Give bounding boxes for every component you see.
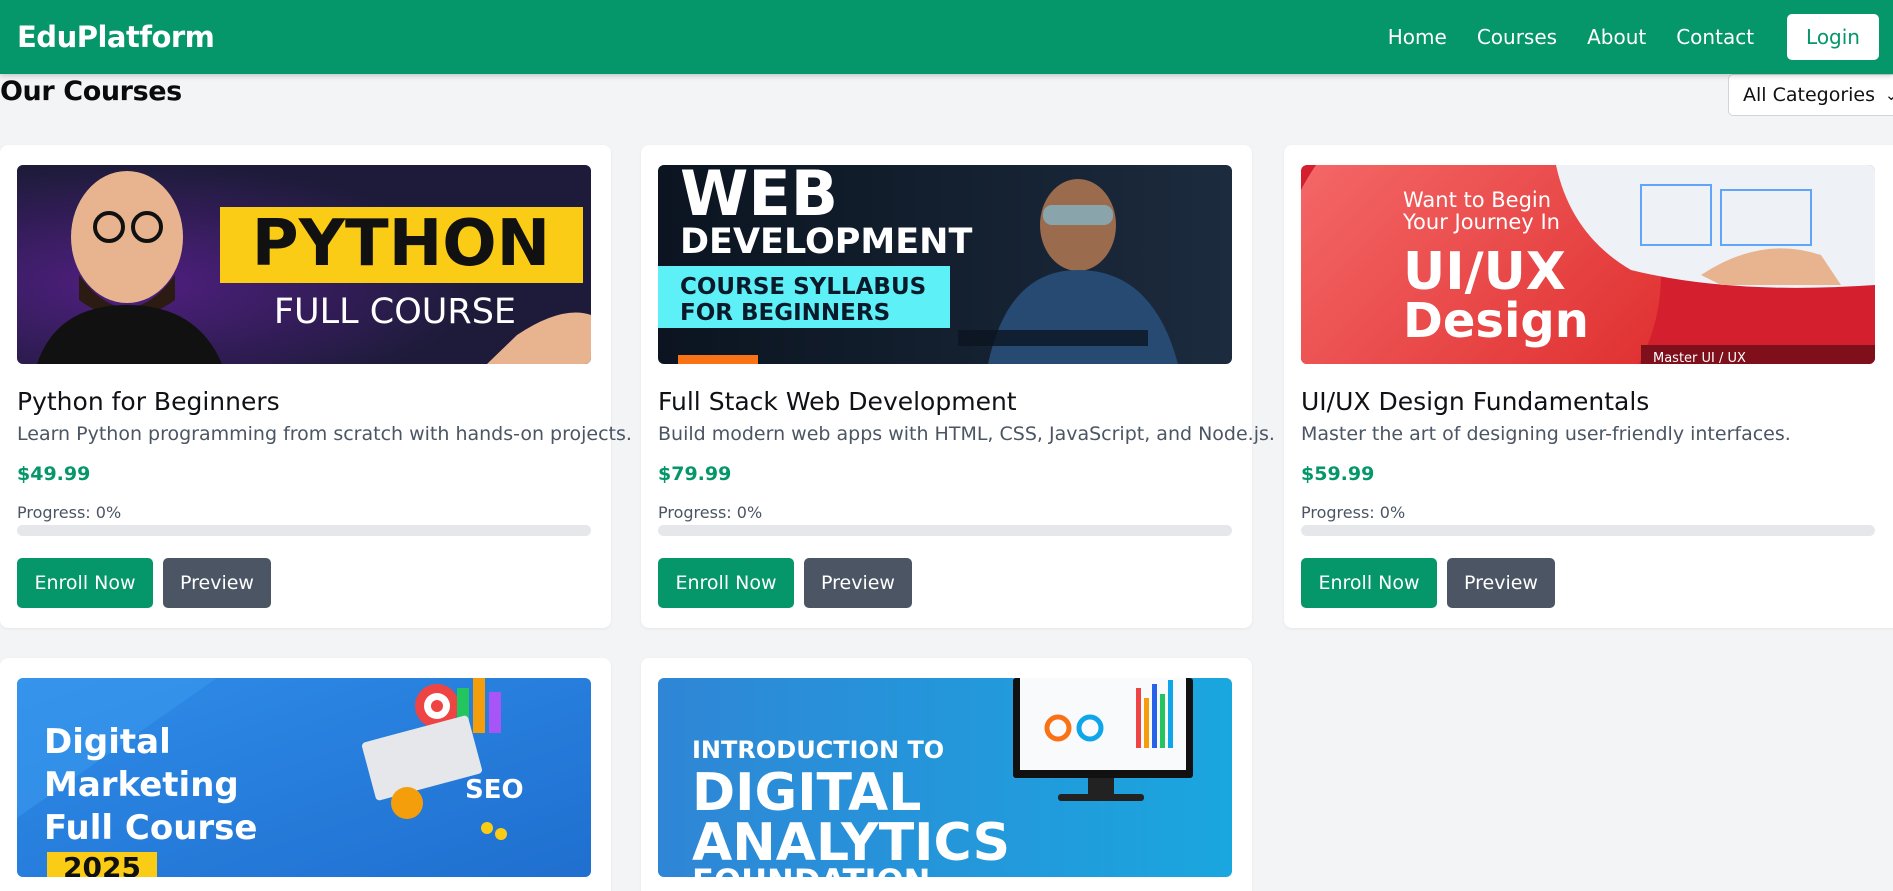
progress-label: Progress: 0% xyxy=(1301,503,1406,522)
course-title[interactable]: Full Stack Web Development xyxy=(658,387,1017,416)
thumb-text: PYTHON xyxy=(252,207,550,281)
course-price: $79.99 xyxy=(658,463,732,485)
thumb-text: Want to Begin xyxy=(1403,188,1551,212)
thumb-text: COURSE SYLLABUS xyxy=(680,274,926,300)
chevron-down-icon: ⌄ xyxy=(1885,86,1893,104)
course-price: $59.99 xyxy=(1301,463,1375,485)
nav-link-home[interactable]: Home xyxy=(1388,25,1447,49)
course-card: INTRODUCTION TO DIGITAL ANALYTICS FOUNDA… xyxy=(641,658,1252,891)
course-price: $49.99 xyxy=(17,463,91,485)
thumb-text: Marketing xyxy=(44,765,239,805)
analytics-thumbnail-image: INTRODUCTION TO DIGITAL ANALYTICS FOUNDA… xyxy=(658,678,1232,877)
preview-button[interactable]: Preview xyxy=(1447,558,1555,608)
thumb-text: 2025 xyxy=(63,851,141,877)
course-card: Want to Begin Your Journey In UI/UX Desi… xyxy=(1284,145,1893,628)
progress-bar xyxy=(658,525,1232,536)
enroll-button[interactable]: Enroll Now xyxy=(1301,558,1437,608)
enroll-button[interactable]: Enroll Now xyxy=(658,558,794,608)
python-thumbnail-image: PYTHON FULL COURSE xyxy=(17,165,591,364)
thumb-text: Your Journey In xyxy=(1402,210,1560,234)
nav-links: Home Courses About Contact Login xyxy=(1358,14,1879,60)
marketing-thumbnail-image: SEO Digital Marketing Full Course 2025 xyxy=(17,678,591,877)
course-thumbnail: INTRODUCTION TO DIGITAL ANALYTICS FOUNDA… xyxy=(658,678,1232,877)
enroll-button[interactable]: Enroll Now xyxy=(17,558,153,608)
thumb-text: INTRODUCTION TO xyxy=(692,736,944,764)
thumb-text: FOUNDATION xyxy=(692,862,930,877)
course-description: Master the art of designing user-friendl… xyxy=(1301,423,1791,445)
course-description: Learn Python programming from scratch wi… xyxy=(17,423,632,445)
preview-button[interactable]: Preview xyxy=(804,558,912,608)
brand-logo[interactable]: EduPlatform xyxy=(17,20,215,54)
course-thumbnail: Want to Begin Your Journey In UI/UX Desi… xyxy=(1301,165,1875,364)
svg-text:SEO: SEO xyxy=(465,775,524,805)
nav-link-contact[interactable]: Contact xyxy=(1676,25,1754,49)
login-button[interactable]: Login xyxy=(1787,14,1879,60)
thumb-text: FOR BEGINNERS xyxy=(680,300,890,326)
course-card: SEO Digital Marketing Full Course 2025 xyxy=(0,658,611,891)
thumb-text: WEB xyxy=(680,165,838,230)
course-thumbnail: PYTHON FULL COURSE xyxy=(17,165,591,364)
course-thumbnail: WEB DEVELOPMENT COURSE SYLLABUS FOR BEGI… xyxy=(658,165,1232,364)
nav-link-about[interactable]: About xyxy=(1587,25,1646,49)
uiux-thumbnail-image: Want to Begin Your Journey In UI/UX Desi… xyxy=(1301,165,1875,364)
nav-link-courses[interactable]: Courses xyxy=(1477,25,1557,49)
navbar: EduPlatform Home Courses About Contact L… xyxy=(0,0,1893,74)
course-card: PYTHON FULL COURSE Python for Beginners … xyxy=(0,145,632,628)
progress-label: Progress: 0% xyxy=(17,503,122,522)
progress-label: Progress: 0% xyxy=(658,503,763,522)
course-title[interactable]: UI/UX Design Fundamentals xyxy=(1301,387,1649,416)
course-description: Build modern web apps with HTML, CSS, Ja… xyxy=(658,423,1275,445)
page-title: Our Courses xyxy=(0,76,182,107)
progress-bar xyxy=(1301,525,1875,536)
thumb-text: Full Course xyxy=(44,808,257,848)
preview-button[interactable]: Preview xyxy=(163,558,271,608)
thumb-text: Design xyxy=(1403,293,1589,349)
course-card: WEB DEVELOPMENT COURSE SYLLABUS FOR BEGI… xyxy=(641,145,1275,628)
webdev-thumbnail-image: WEB DEVELOPMENT COURSE SYLLABUS FOR BEGI… xyxy=(658,165,1232,364)
progress-bar xyxy=(17,525,591,536)
category-select-value: All Categories xyxy=(1743,84,1876,106)
category-select[interactable]: All Categories ⌄ xyxy=(1728,74,1893,116)
course-thumbnail: SEO Digital Marketing Full Course 2025 xyxy=(17,678,591,877)
course-title[interactable]: Python for Beginners xyxy=(17,387,280,416)
thumb-text: DEVELOPMENT xyxy=(680,222,972,262)
thumb-text: Master UI / UX xyxy=(1653,351,1746,364)
thumb-text: Digital xyxy=(44,722,171,762)
thumb-text: FULL COURSE xyxy=(274,292,516,332)
